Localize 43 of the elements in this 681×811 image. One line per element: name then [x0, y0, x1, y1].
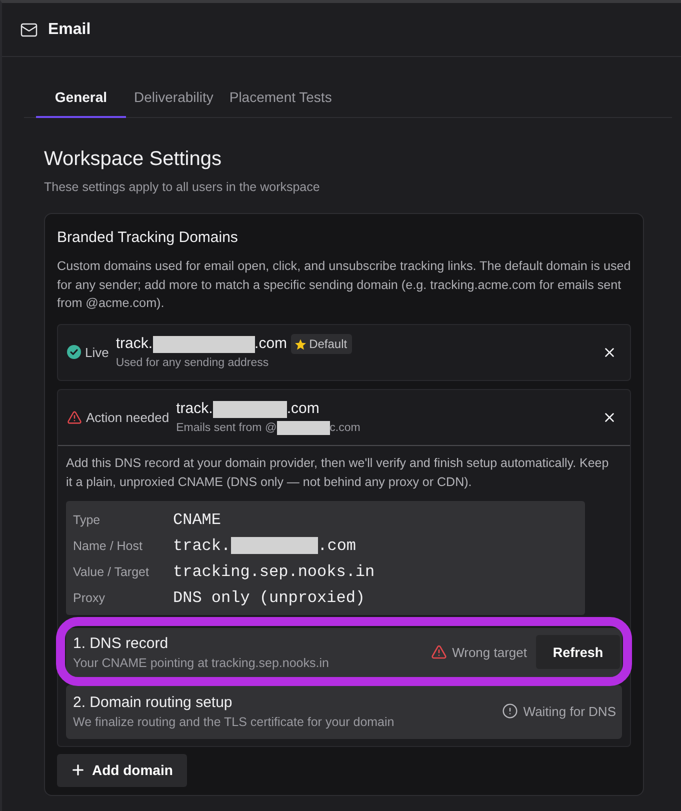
refresh-button[interactable]: Refresh: [536, 635, 620, 669]
step-title: 2. Domain routing setup: [73, 692, 234, 712]
record-value: DNS only (unproxied): [173, 588, 366, 606]
info-circle-icon: [502, 703, 518, 719]
domain-note: Used for any sending address: [116, 356, 269, 370]
domain-name: track.: [116, 334, 153, 354]
record-label: Value / Target: [73, 564, 150, 578]
tab[interactable]: Deliverability: [126, 78, 222, 118]
step-title: 1. DNS record: [73, 634, 170, 652]
step-status: Wrong target: [452, 644, 527, 660]
page-title: Email: [48, 20, 91, 38]
plus-icon: [70, 762, 86, 778]
record-value: tracking.sep.nooks.in: [173, 562, 375, 580]
section-title: Workspace Settings: [44, 147, 222, 171]
check-circle-icon: [67, 345, 81, 359]
warning-icon: [67, 410, 82, 424]
domain-note: Emails sent from @: [176, 421, 277, 435]
tab[interactable]: General: [36, 78, 126, 118]
record-label: Name / Host: [73, 538, 144, 552]
status-label: Action needed: [86, 410, 170, 424]
domain-name: track.: [176, 399, 213, 419]
step-description: We finalize routing and the TLS certificate for your domain: [73, 714, 394, 730]
tab[interactable]: Placement Tests: [221, 78, 340, 118]
card-description: Custom domains used for email open, click, and unsubscribe tracking links. The default domain is used for any sender; add more to match a specific sending domain (e.g. tracking.acme.com for emails sent from @acme.com).: [57, 258, 631, 312]
mail-icon: [20, 20, 38, 38]
step-status: Waiting for DNS: [523, 704, 616, 718]
record-value: CNAME: [173, 510, 222, 528]
domain-name-suffix: .com: [286, 399, 320, 419]
warning-icon: [431, 644, 448, 660]
record-label: Type: [73, 512, 102, 526]
add-domain-button[interactable]: Add domain: [57, 754, 187, 786]
step-description: Your CNAME pointing at tracking.sep.nooks.in: [73, 654, 329, 670]
card-title: Branded Tracking Domains: [57, 228, 239, 248]
domain-note-suffix: c.com: [330, 421, 360, 435]
status-label: Live: [85, 344, 109, 360]
record-value-suffix: .com: [318, 536, 356, 554]
star-icon: [295, 338, 306, 350]
domain-name-suffix: .com: [254, 334, 288, 354]
section-subtitle: These settings apply to all users in the workspace: [44, 179, 321, 195]
record-label: Proxy: [73, 590, 106, 604]
setup-instructions: Add this DNS record at your domain provider, then we'll verify and finish setup automatically. Keep it a plain, unproxied CNAME (DNS only — not behind any proxy or CDN).: [66, 454, 610, 491]
record-value: track.: [173, 536, 231, 554]
default-badge: Default: [291, 334, 352, 354]
